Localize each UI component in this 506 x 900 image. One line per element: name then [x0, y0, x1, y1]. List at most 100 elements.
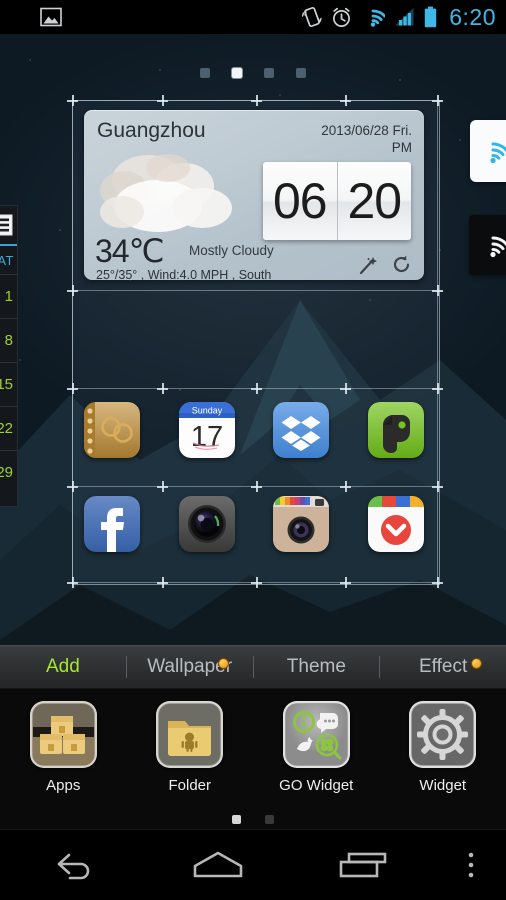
grid-crosshair: [432, 383, 443, 394]
grid-crosshair: [157, 481, 168, 492]
overflow-menu-button[interactable]: [436, 850, 506, 880]
calendar-date-cell[interactable]: 22: [0, 406, 17, 450]
weather-meridiem: PM: [391, 140, 412, 155]
wifi-icon: [490, 236, 506, 258]
evernote-icon[interactable]: [367, 402, 424, 458]
editor-page-dot-2[interactable]: [265, 815, 274, 824]
tab-add-label: Add: [45, 656, 80, 677]
apps-boxes-icon: [29, 701, 97, 768]
device-screen: AT 1 8 15 22 29 Guangzhou 2013/06/28 Fri…: [0, 0, 506, 900]
calendar-icon[interactable]: Sunday 17: [178, 402, 235, 458]
tab-wallpaper[interactable]: Wallpaper: [127, 656, 253, 678]
folder-icon: [156, 701, 224, 768]
clock-minute: 20: [336, 162, 411, 240]
tab-theme-label: Theme: [286, 656, 346, 677]
status-bar[interactable]: 6:20: [0, 0, 506, 34]
page-dot-1[interactable]: [200, 68, 210, 78]
instagram-icon[interactable]: [273, 496, 330, 552]
grid-crosshair: [340, 383, 351, 394]
homescreen-editor-panel: Add Wallpaper Theme Effect Apps Folder G…: [0, 645, 506, 832]
grid-crosshair: [67, 383, 78, 394]
editor-page-dot-1[interactable]: [232, 815, 241, 824]
editor-item-folder-label: Folder: [168, 777, 212, 794]
tab-wallpaper-badge: [217, 658, 229, 669]
back-arrow-icon: [57, 853, 89, 880]
wifi-signal-icon: [371, 9, 386, 27]
status-bar-system-icons: 6:20: [302, 4, 506, 31]
grid-crosshair: [251, 481, 262, 492]
status-bar-notifications: [0, 7, 62, 27]
grid-crosshair: [251, 95, 262, 106]
dropbox-icon[interactable]: [273, 402, 330, 458]
go-widget-icon: [282, 701, 350, 768]
home-icon: [193, 851, 243, 878]
app-row-2: [84, 496, 424, 552]
calendar-menu-icon[interactable]: [0, 206, 17, 244]
grid-crosshair: [340, 577, 351, 588]
grid-crosshair: [67, 95, 78, 106]
clock-hour: 06: [263, 162, 337, 240]
grid-crosshair: [340, 95, 351, 106]
camera-icon[interactable]: [178, 496, 235, 552]
grid-crosshair: [67, 481, 78, 492]
home-button[interactable]: [145, 849, 290, 881]
editor-item-list: Apps Folder GO Widget Widget: [0, 701, 506, 794]
vibrate-mode-icon: [302, 7, 322, 27]
calendar-column-header: AT: [0, 252, 14, 268]
overflow-dots-icon: [468, 852, 474, 878]
status-bar-clock: 6:20: [449, 3, 496, 30]
weather-detail: 25°/35° , Wind:4.0 MPH , South: [96, 268, 272, 280]
editor-page-indicator: [0, 815, 506, 824]
alarm-clock-icon: [333, 7, 351, 27]
grid-crosshair: [432, 481, 443, 492]
tab-effect-badge: [471, 658, 482, 669]
homescreen-page-indicator: [0, 65, 506, 81]
calendar-date-cell[interactable]: 1: [0, 274, 17, 318]
editor-drawer: Apps Folder GO Widget Widget: [0, 689, 506, 832]
gallery-image-icon: [40, 7, 62, 27]
calendar-widget-peek[interactable]: AT 1 8 15 22 29: [0, 205, 18, 507]
calendar-date-cell[interactable]: 29: [0, 450, 17, 494]
weather-condition: Mostly Cloudy: [189, 243, 274, 258]
wifi-toggle-widget-light[interactable]: [470, 120, 506, 182]
battery-full-icon: [425, 6, 437, 28]
wifi-icon: [490, 142, 506, 164]
tab-theme[interactable]: Theme: [254, 656, 380, 678]
calendar-date-cell[interactable]: 15: [0, 362, 17, 406]
page-dot-2[interactable]: [232, 68, 242, 78]
svg-text:Sunday: Sunday: [191, 406, 222, 416]
flip-clock[interactable]: 06 20: [263, 162, 411, 240]
svg-text:17: 17: [191, 421, 223, 453]
weather-date-block: 2013/06/28 Fri. PM: [321, 122, 412, 156]
weather-clock-widget[interactable]: Guangzhou 2013/06/28 Fri. PM 34℃ Mostly …: [84, 110, 424, 280]
contacts-notebook-icon[interactable]: [84, 402, 140, 458]
recents-button[interactable]: [291, 850, 436, 880]
editor-item-go-widget-label: GO Widget: [279, 777, 354, 794]
editor-item-apps-label: Apps: [46, 777, 81, 794]
magic-wand-icon[interactable]: [358, 255, 378, 275]
facebook-icon[interactable]: [84, 496, 140, 552]
cellular-signal-icon: [395, 8, 414, 26]
editor-item-widget-label: Widget: [419, 777, 467, 794]
tab-effect[interactable]: Effect: [380, 656, 506, 678]
grid-crosshair: [67, 285, 78, 296]
page-dot-4[interactable]: [296, 68, 306, 78]
tab-add[interactable]: Add: [0, 656, 126, 678]
widget-gear-icon: [409, 701, 477, 768]
editor-item-apps[interactable]: Apps: [0, 701, 127, 794]
grid-crosshair: [432, 95, 443, 106]
navigation-bar: [0, 829, 506, 900]
page-dot-3[interactable]: [264, 68, 274, 78]
weather-city: Guangzhou: [97, 119, 206, 142]
grid-crosshair: [157, 383, 168, 394]
editor-item-go-widget[interactable]: GO Widget: [253, 701, 380, 794]
refresh-icon[interactable]: [391, 254, 412, 275]
wifi-toggle-widget-dark[interactable]: [469, 215, 506, 275]
editor-item-folder[interactable]: Folder: [127, 701, 254, 794]
editor-item-widget[interactable]: Widget: [380, 701, 506, 794]
back-button[interactable]: [0, 850, 145, 880]
pocket-icon[interactable]: [367, 496, 424, 552]
app-row-1: Sunday 17: [84, 402, 424, 458]
calendar-date-cell[interactable]: 8: [0, 318, 17, 362]
weather-date: 2013/06/28 Fri.: [321, 123, 412, 138]
